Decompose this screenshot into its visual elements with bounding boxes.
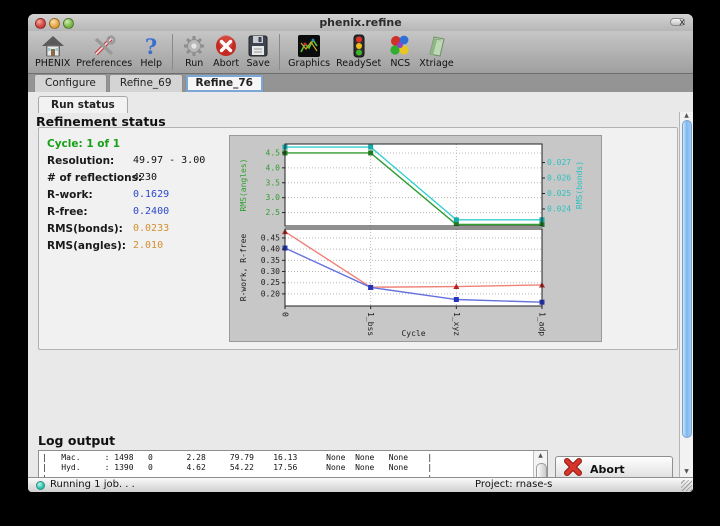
toolbar-button-label: ReadySet [336,59,381,69]
help-icon: ? [138,33,164,59]
info-label: R-free: [47,206,88,218]
status-bar: Running 1 job. . . Project: rnase-s [28,477,693,492]
refinement-chart-svg: 4.5 4.0 3.5 3.0 2.5 RMS(angles) 0.027 0.026 0.02… [230,136,599,339]
svg-text:0.45: 0.45 [261,233,280,242]
info-value: 0.2400 [133,206,169,217]
tab-refine_76[interactable]: Refine_76 [185,74,264,92]
info-label: # of reflections: [47,172,142,184]
svg-text:R-work, R-free: R-work, R-free [239,234,248,302]
xtriage-crystal-icon [423,33,449,59]
svg-text:0.026: 0.026 [547,174,571,183]
svg-text:0: 0 [281,312,290,317]
svg-text:1_bss: 1_bss [366,312,375,336]
toolbar-button-label: Save [247,59,270,69]
info-value: 0.0233 [133,223,169,234]
svg-text:0.25: 0.25 [261,278,280,287]
toolbar: PHENIXPreferences?HelpRunAbortSaveGraphi… [28,31,693,74]
toolbar-separator [279,34,280,70]
preferences-tools-icon [91,33,117,59]
svg-text:3.0: 3.0 [266,193,281,202]
info-label: Resolution: [47,155,114,167]
svg-text:RMS(angles): RMS(angles) [239,159,248,212]
svg-text:1_adp: 1_adp [538,312,547,336]
toolbar-button-label: Preferences [76,59,132,69]
info-value: 4230 [133,172,157,183]
toolbar-button-label: PHENIX [35,59,70,69]
tab-bar: ConfigureRefine_69Refine_76 [28,74,693,92]
toolbar-button-label: Run [185,59,203,69]
svg-text:2.5: 2.5 [266,208,281,217]
readyset-traffic-icon [346,33,372,59]
graphics-icon [296,33,322,59]
job-running-indicator-icon [36,481,45,490]
toolbar-button-label: Graphics [288,59,330,69]
button-label: Abort [590,463,625,476]
log-output-heading: Log output [38,433,115,448]
main-scroll-thumb[interactable] [682,120,692,438]
phenix-home-icon [40,33,66,59]
toolbar-button-abort[interactable]: Abort [213,33,239,69]
main-scrollbar[interactable]: ▲ ▼ [679,112,693,478]
info-label: R-work: [47,189,93,201]
toolbar-button-label: NCS [390,59,410,69]
info-value: 49.97 - 3.00 [133,155,205,166]
cycle-status: Cycle: 1 of 1 [47,138,120,150]
subtab-run-status[interactable]: Run status [38,96,128,113]
run-gear-icon [181,33,207,59]
svg-text:0.30: 0.30 [261,267,280,276]
toolbar-separator [172,34,173,70]
svg-text:0.024: 0.024 [547,204,571,213]
app-window: phenix.refine PHENIXPreferences?HelpRunA… [28,14,693,492]
svg-text:3.5: 3.5 [266,178,281,187]
info-label: RMS(bonds): [47,223,123,235]
tab-close-icon[interactable]: x [679,17,685,28]
tab-configure[interactable]: Configure [34,74,107,92]
abort-icon [213,33,239,59]
svg-text:4.0: 4.0 [266,163,281,172]
toolbar-button-label: Abort [213,59,239,69]
toolbar-button-run[interactable]: Run [181,33,207,69]
svg-text:RMS(bonds): RMS(bonds) [575,161,584,209]
save-icon [245,33,271,59]
svg-text:0.35: 0.35 [261,256,280,265]
toolbar-button-phenix[interactable]: PHENIX [35,33,70,69]
ncs-spheres-icon [387,33,413,59]
svg-text:?: ? [145,34,157,58]
main-scroll-up-icon[interactable]: ▲ [680,112,693,120]
log-scroll-up-icon[interactable]: ▲ [534,452,547,460]
toolbar-button-preferences[interactable]: Preferences [76,33,132,69]
svg-text:4.5: 4.5 [266,148,281,157]
toolbar-button-help[interactable]: ?Help [138,33,164,69]
resize-grip[interactable] [681,480,692,491]
job-status-text: Running 1 job. . . [50,479,135,490]
svg-text:0.40: 0.40 [261,245,280,254]
svg-text:0.20: 0.20 [261,289,280,298]
toolbar-button-label: Help [140,59,162,69]
svg-text:Cycle: Cycle [401,329,425,338]
svg-text:0.027: 0.027 [547,158,571,167]
info-value: 2.010 [133,240,163,251]
info-value: 0.1629 [133,189,169,200]
toolbar-button-save[interactable]: Save [245,33,271,69]
refinement-chart: 4.5 4.0 3.5 3.0 2.5 RMS(angles) 0.027 0.026 0.02… [229,135,602,342]
project-label: Project: rnase-s [475,479,552,490]
svg-text:1_xyz: 1_xyz [452,312,461,336]
toolbar-button-xtriage[interactable]: Xtriage [419,33,453,69]
toolbar-button-label: Xtriage [419,59,453,69]
toolbar-button-graphics[interactable]: Graphics [288,33,330,69]
tab-refine_69[interactable]: Refine_69 [109,74,183,92]
refinement-status-panel: Cycle: 1 of 1 Resolution: 49.97 - 3.00 # o… [38,127,678,350]
svg-text:0.025: 0.025 [547,189,571,198]
title-bar[interactable]: phenix.refine [28,14,693,31]
main-scroll-down-icon[interactable]: ▼ [680,468,693,476]
window-title: phenix.refine [28,16,693,29]
run-status-page: Run status Refinement status Cycle: 1 of… [28,92,693,478]
info-label: RMS(angles): [47,240,126,252]
toolbar-button-readyset[interactable]: ReadySet [336,33,381,69]
toolbar-button-ncs[interactable]: NCS [387,33,413,69]
